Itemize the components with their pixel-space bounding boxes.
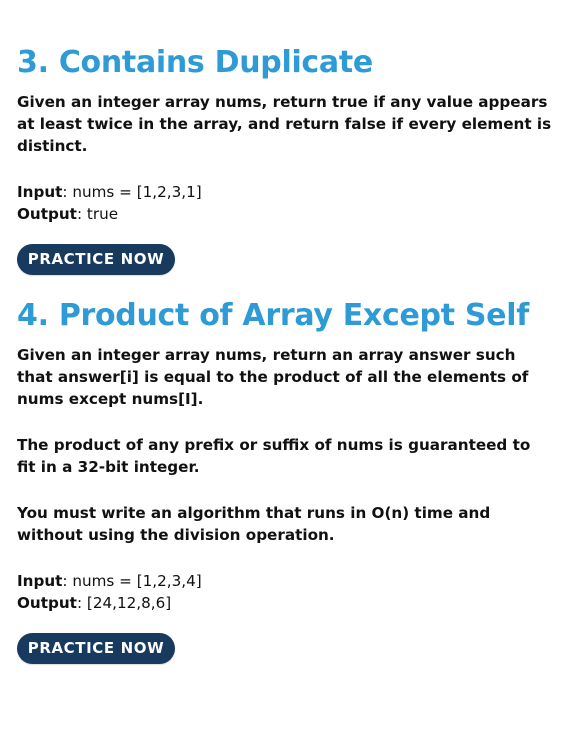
example-input: Input: nums = [1,2,3,4]	[17, 572, 202, 590]
example-output: Output: [24,12,8,6]	[17, 594, 172, 612]
output-label: Output	[17, 594, 77, 612]
example-input: Input: nums = [1,2,3,1]	[17, 183, 202, 201]
input-label: Input	[17, 183, 63, 201]
output-label: Output	[17, 205, 77, 223]
output-value: true	[86, 205, 119, 223]
example-output: Output: true	[17, 205, 119, 223]
input-label: Input	[17, 572, 63, 590]
input-value: nums = [1,2,3,1]	[72, 183, 202, 201]
practice-now-button[interactable]: PRACTICE NOW	[17, 633, 175, 664]
practice-now-button[interactable]: PRACTICE NOW	[17, 244, 175, 275]
example-block: Input: nums = [1,2,3,1] Output: true	[17, 181, 553, 225]
problem-description: Given an integer array nums, return an a…	[17, 346, 529, 408]
problem-contains-duplicate: 3. Contains Duplicate Given an integer a…	[17, 43, 553, 275]
output-value: [24,12,8,6]	[86, 594, 172, 612]
input-value: nums = [1,2,3,4]	[72, 572, 202, 590]
problem-description: Given an integer array nums, return true…	[17, 93, 552, 155]
problem-constraint: The product of any prefix or suffix of n…	[17, 436, 531, 476]
problem-requirement: You must write an algorithm that runs in…	[17, 504, 491, 544]
problem-title: 3. Contains Duplicate	[17, 45, 373, 80]
problem-product-except-self: 4. Product of Array Except Self Given an…	[17, 296, 553, 664]
problem-title: 4. Product of Array Except Self	[17, 298, 529, 333]
example-block: Input: nums = [1,2,3,4] Output: [24,12,8…	[17, 570, 553, 614]
